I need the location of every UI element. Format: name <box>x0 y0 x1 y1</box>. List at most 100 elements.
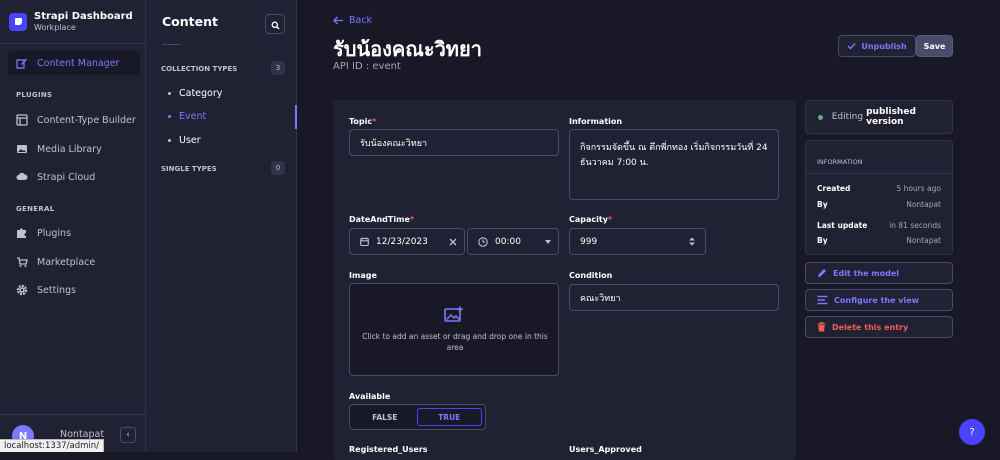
nav-plugins-heading: PLUGINS <box>16 91 52 99</box>
image-dropzone-hint: Click to add an asset or drag and drop o… <box>362 331 548 353</box>
check-icon <box>847 42 856 50</box>
puzzle-icon <box>16 227 28 239</box>
users-approved-label: Users_Approved <box>569 445 642 454</box>
created-row: Created5 hours ago <box>817 184 941 193</box>
subnav-item-event[interactable]: Event <box>168 111 206 122</box>
information-heading: INFORMATION <box>817 158 863 166</box>
chevron-left-icon: ‹ <box>126 430 130 440</box>
active-indicator <box>295 105 297 129</box>
registered-users-label: Registered_Users <box>349 445 428 454</box>
capacity-label: Capacity* <box>569 215 612 224</box>
available-label: Available <box>349 392 390 401</box>
time-value: 00:00 <box>495 237 521 247</box>
api-id: API ID : event <box>333 61 401 72</box>
browser-status-url: localhost:1337/admin/ <box>0 439 104 452</box>
condition-label: Condition <box>569 271 612 280</box>
single-types-heading[interactable]: SINGLE TYPES <box>161 165 217 173</box>
configure-view-label: Configure the view <box>834 296 919 305</box>
back-link[interactable]: Back <box>333 15 372 26</box>
search-icon <box>271 15 280 34</box>
available-false-option[interactable]: FALSE <box>353 408 417 426</box>
topic-input[interactable]: รับน้องคณะวิทยา <box>349 129 559 156</box>
capacity-input[interactable]: 999 <box>569 228 706 255</box>
calendar-icon <box>360 237 369 246</box>
pencil-icon <box>16 57 28 69</box>
nav-content-type-builder[interactable]: Content-Type Builder <box>8 108 140 132</box>
capacity-value: 999 <box>580 237 597 247</box>
cloud-icon <box>16 171 28 183</box>
delete-entry-button[interactable]: Delete this entry <box>805 316 953 338</box>
topic-label: Topic* <box>349 117 376 126</box>
nav-media-library[interactable]: Media Library <box>8 137 140 161</box>
strapi-logo-icon <box>9 13 27 31</box>
nav-media-label: Media Library <box>37 144 102 155</box>
back-label: Back <box>349 15 372 26</box>
trash-icon <box>817 322 826 332</box>
nav-marketplace-label: Marketplace <box>37 257 95 268</box>
nav-strapi-cloud[interactable]: Strapi Cloud <box>8 165 140 189</box>
date-input[interactable]: 12/23/2023 <box>349 228 465 255</box>
list-icon <box>817 295 828 305</box>
image-dropzone[interactable]: Click to add an asset or drag and drop o… <box>349 283 559 376</box>
caret-down-icon <box>545 240 551 244</box>
editing-status: Editing published version <box>805 100 953 134</box>
subnav-item-category[interactable]: Category <box>168 88 222 99</box>
add-image-icon <box>444 306 464 327</box>
subnav-title: Content <box>162 14 218 29</box>
published-version-text: published version <box>866 107 952 127</box>
nav-settings-label: Settings <box>37 285 76 296</box>
nav-plugins[interactable]: Plugins <box>8 221 140 245</box>
subnav-item-user[interactable]: User <box>168 135 201 146</box>
single-types-count: 0 <box>271 161 285 175</box>
nav-general-heading: GENERAL <box>16 205 55 213</box>
subnav-search-button[interactable] <box>265 14 285 34</box>
collapse-nav-button[interactable]: ‹ <box>120 427 136 443</box>
created-by-row: ByNontapat <box>817 200 941 209</box>
clock-icon <box>478 237 488 247</box>
date-value: 12/23/2023 <box>376 237 428 247</box>
clear-date-icon[interactable] <box>449 238 457 246</box>
subnav-divider <box>162 44 180 45</box>
information-textarea[interactable]: กิจกรรมจัดขึ้น ณ ตึกพี่กทอง เริ่มกิจกรรม… <box>569 129 779 200</box>
gear-icon <box>16 284 28 296</box>
unpublish-label: Unpublish <box>861 42 906 51</box>
nav-ctb-label: Content-Type Builder <box>37 115 136 126</box>
updated-by-row: ByNontapat <box>817 236 941 245</box>
brand-workspace: Workplace <box>34 23 133 33</box>
information-label: Information <box>569 117 622 126</box>
nav-cloud-label: Strapi Cloud <box>37 172 95 183</box>
main-nav: Strapi Dashboard Workplace Content Manag… <box>0 0 146 452</box>
nav-marketplace[interactable]: Marketplace <box>8 250 140 274</box>
time-select[interactable]: 00:00 <box>467 228 559 255</box>
arrow-left-icon <box>333 16 344 25</box>
last-update-row: Last updatein 81 seconds <box>817 221 941 230</box>
content-subnav: Content COLLECTION TYPES 3 Category Even… <box>146 0 297 452</box>
unpublish-button[interactable]: Unpublish <box>838 35 916 57</box>
edit-model-label: Edit the model <box>833 269 899 278</box>
configure-view-button[interactable]: Configure the view <box>805 289 953 311</box>
layout-icon <box>16 114 28 126</box>
edit-model-button[interactable]: Edit the model <box>805 262 953 284</box>
nav-content-manager[interactable]: Content Manager <box>8 51 140 75</box>
pencil-icon <box>817 268 827 278</box>
status-dot <box>818 115 823 120</box>
help-button[interactable]: ? <box>959 419 985 445</box>
image-icon <box>16 143 28 155</box>
collection-types-heading[interactable]: COLLECTION TYPES <box>161 65 237 73</box>
delete-entry-label: Delete this entry <box>832 323 908 332</box>
datetime-label: DateAndTime* <box>349 215 414 224</box>
save-button[interactable]: Save <box>916 35 953 57</box>
available-true-option[interactable]: TRUE <box>417 408 483 426</box>
editing-text: Editing <box>832 112 863 122</box>
condition-input[interactable]: คณะวิทยา <box>569 284 779 311</box>
brand-name: Strapi Dashboard <box>34 11 133 23</box>
nav-content-manager-label: Content Manager <box>37 58 119 69</box>
information-divider <box>806 173 952 174</box>
collection-types-count: 3 <box>271 61 285 75</box>
nav-settings[interactable]: Settings <box>8 278 140 302</box>
stepper-icon[interactable] <box>689 237 695 246</box>
available-toggle[interactable]: FALSE TRUE <box>349 404 486 430</box>
image-label: Image <box>349 271 377 280</box>
brand: Strapi Dashboard Workplace <box>0 0 145 44</box>
cart-icon <box>16 256 28 268</box>
